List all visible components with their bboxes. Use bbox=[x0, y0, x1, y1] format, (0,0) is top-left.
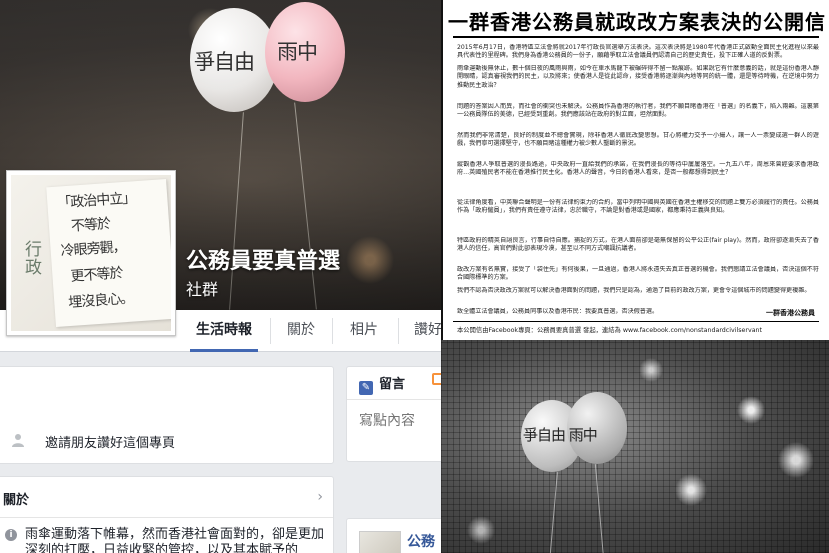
post-author-name[interactable]: 公務 bbox=[407, 531, 435, 551]
pencil-icon: ✎ bbox=[359, 381, 373, 395]
balloon-string bbox=[594, 464, 605, 553]
chevron-right-icon[interactable]: › bbox=[317, 489, 323, 505]
letter-paragraph: 然而我們非常清楚，良好的制度並不總會實現，除非香港人徹底改變思想。甘心將權力交予… bbox=[457, 132, 819, 148]
balloon-string bbox=[294, 102, 317, 310]
note-line: 更不等於 bbox=[70, 265, 123, 285]
balloon-string bbox=[549, 472, 558, 553]
divider bbox=[453, 36, 819, 38]
open-letter-image[interactable]: 一群香港公務員就政改方案表決的公開信 2015年6月17日，香港特區立法會將就2… bbox=[441, 0, 829, 340]
letter-body: 2015年6月17日，香港特區立法會將就2017年行政長官選舉方法表決。這次表決… bbox=[457, 44, 819, 321]
post-avatar[interactable] bbox=[359, 531, 401, 553]
divider bbox=[453, 321, 819, 322]
divider bbox=[347, 399, 455, 400]
note-line: 埋沒良心。 bbox=[67, 290, 134, 312]
composer-input[interactable] bbox=[359, 413, 449, 429]
page-title[interactable]: 公務員要真普選 bbox=[186, 243, 340, 275]
letter-paragraph: 政改方案有名無實，接受了「袋住先」有何後果，一旦通過，香港人將永遠失去真正普選的… bbox=[457, 266, 819, 282]
letter-footer: 本公開信由Facebook專頁：公務員要真普選 發起，連結為 www.faceb… bbox=[457, 327, 763, 334]
invite-friends-link[interactable]: 邀請朋友讚好這個專頁 bbox=[45, 432, 175, 451]
handwritten-note: 「政治中立」 不等於 冷眼旁觀， 更不等於 埋沒良心。 bbox=[46, 178, 171, 328]
tab-about[interactable]: 關於 bbox=[287, 310, 315, 352]
pink-balloon: 雨中 bbox=[265, 2, 345, 102]
balloon-text: 雨中 bbox=[277, 40, 318, 64]
page-category[interactable]: 社群 bbox=[186, 276, 218, 300]
composer-tab-post[interactable]: ✎ 留言 bbox=[359, 373, 405, 395]
info-icon: i bbox=[5, 529, 17, 541]
composer-tab-label: 留言 bbox=[379, 377, 406, 392]
divider bbox=[0, 517, 333, 518]
letter-title: 一群香港公務員就政改方案表決的公開信 bbox=[448, 10, 826, 34]
side-note-text: 行政 bbox=[21, 240, 41, 276]
note-line: 冷眼旁觀， bbox=[60, 238, 127, 260]
about-description: 雨傘運動落下帷幕，然而香港社會面對的，卻是更加深刻的打壓，日益收緊的管控，以及其… bbox=[25, 527, 325, 553]
letter-paragraph: 我們不認為否決政改方案就可以解決香港面對的問題，我們只是認為，通過了目前的政改方… bbox=[457, 287, 811, 294]
balloon-text: 爭自由 bbox=[194, 50, 255, 74]
letter-signature: 一群香港公務員 bbox=[766, 309, 815, 317]
mosaic-balloon-text: 爭自由 雨中 bbox=[523, 426, 598, 444]
letter-paragraph: 從法律角度看，中英聯合聲明是一份有法律約束力的合約，當中列明中國與英國在香港主權… bbox=[457, 199, 819, 215]
note-line: 不等於 bbox=[70, 216, 111, 235]
letter-paragraph: 雨傘運動後無休止，數十個日夜的風雨與雨，如今在車水馬龍下被碾碎得不留一點痕跡。如… bbox=[457, 65, 819, 89]
mosaic-photo[interactable]: 爭自由 雨中 bbox=[441, 340, 829, 553]
note-line: 「政治中立」 bbox=[56, 190, 136, 212]
white-balloon: 爭自由 bbox=[190, 8, 278, 112]
tab-timeline[interactable]: 生活時報 bbox=[190, 310, 258, 352]
letter-paragraph: 縱觀香港人爭取普選的漫長路途，中央政府一直給我們的承諾，在我們漫長的等待中屢屢落… bbox=[457, 161, 819, 177]
tab-likes[interactable]: 讚好 bbox=[414, 310, 442, 352]
letter-paragraph: 特區政府的精英自詡良言，行事自恃自應。捕捉的方式，在港人面前卻是毫無保留的公平公… bbox=[457, 237, 819, 253]
tab-divider bbox=[332, 318, 333, 344]
letter-paragraph: 致全體立法會議員，公務員同事以及香港市民：我要真普選，否決假普選。 bbox=[457, 308, 659, 315]
post-card: 公務 bbox=[346, 518, 456, 553]
profile-photo: 行政 「政治中立」 不等於 冷眼旁觀， 更不等於 埋沒良心。 bbox=[11, 175, 171, 331]
person-icon bbox=[12, 434, 24, 447]
about-heading[interactable]: 關於 bbox=[3, 489, 29, 508]
invite-card: 邀請朋友讚好這個專頁 bbox=[0, 366, 334, 464]
tab-divider bbox=[398, 318, 399, 344]
balloon-string bbox=[229, 112, 244, 310]
letter-paragraph: 2015年6月17日，香港特區立法會將就2017年行政長官選舉方法表決。這次表決… bbox=[457, 44, 819, 60]
tab-photos[interactable]: 相片 bbox=[350, 310, 378, 352]
about-card: 關於 › i 雨傘運動落下帷幕，然而香港社會面對的，卻是更加深刻的打壓，日益收緊… bbox=[0, 476, 334, 553]
tab-divider bbox=[270, 318, 271, 344]
letter-paragraph: 問題的答案因人而異，而社會的衝突也未解決。公務員作為香港的執行者，我們不願目睹香… bbox=[457, 103, 819, 119]
profile-picture[interactable]: 行政 「政治中立」 不等於 冷眼旁觀， 更不等於 埋沒良心。 bbox=[6, 170, 176, 336]
